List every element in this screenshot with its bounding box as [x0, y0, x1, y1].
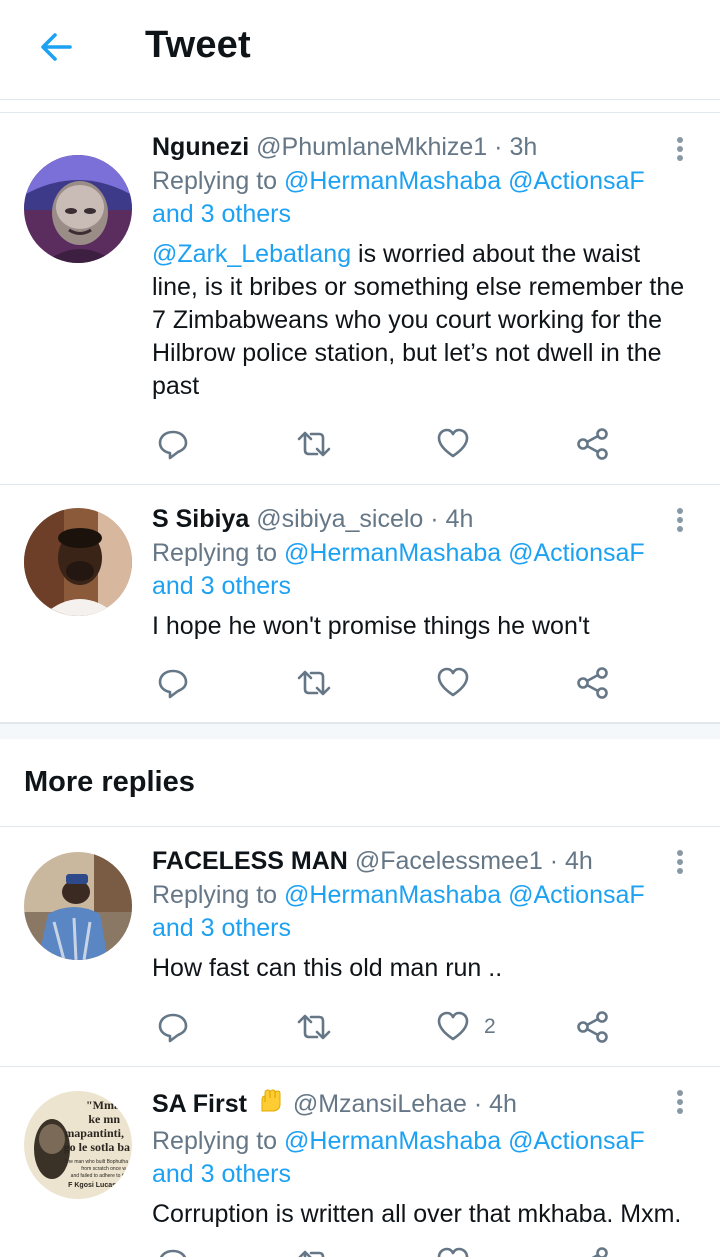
tweet-actions: 2	[152, 1007, 632, 1047]
avatar-quote-line: "Mma	[86, 1098, 120, 1112]
timestamp: · 4h	[473, 1090, 517, 1118]
tweet-author-line: S Sibiya @sibiya_sicelo · 4h	[152, 503, 690, 535]
reply-icon	[158, 430, 188, 460]
retweet-button[interactable]	[296, 1243, 332, 1257]
replying-to: Replying to @HermanMashaba @ActionsaF an…	[152, 539, 645, 600]
arrow-left-icon	[41, 33, 72, 61]
replying-mentions-link[interactable]: @HermanMashaba @ActionsaF	[284, 539, 645, 567]
display-name[interactable]: FACELESS MAN	[152, 847, 348, 875]
retweet-button[interactable]	[296, 1007, 332, 1047]
avatar[interactable]	[24, 852, 132, 960]
tweet-text: How fast can this old man run ..	[152, 954, 503, 982]
reply-tweet[interactable]: S Sibiya @sibiya_sicelo · 4h Replying to…	[0, 485, 720, 723]
avatar[interactable]	[24, 508, 132, 616]
tweet-actions	[152, 424, 632, 464]
avatar-quote-line: mapantinti,	[64, 1126, 124, 1140]
tweet-text: I hope he won't promise things he won't	[152, 612, 590, 640]
username[interactable]: @sibiya_sicelo	[256, 505, 423, 533]
share-button[interactable]	[576, 424, 610, 464]
avatar[interactable]: "Mma ke mn mapantinti, go le sotla ba Th…	[24, 1091, 132, 1199]
like-button[interactable]	[436, 424, 484, 464]
username[interactable]: @Facelessmee1	[355, 847, 543, 875]
reply-button[interactable]	[156, 1007, 190, 1047]
like-button[interactable]	[436, 1243, 484, 1257]
replying-to: Replying to @HermanMashaba @ActionsaF an…	[152, 881, 645, 942]
back-button[interactable]	[34, 25, 78, 69]
like-count: 2	[484, 1015, 496, 1038]
display-name[interactable]: S Sibiya	[152, 505, 249, 533]
display-name[interactable]: Ngunezi	[152, 133, 249, 161]
section-title: More replies	[24, 766, 195, 798]
reply-icon	[159, 1249, 187, 1257]
retweet-icon	[297, 670, 331, 696]
replying-others-link[interactable]: and 3 others	[152, 914, 291, 942]
more-replies-header: More replies	[0, 739, 720, 827]
tweet-actions	[152, 1243, 632, 1257]
reply-icon	[158, 669, 188, 699]
avatar[interactable]	[24, 155, 132, 263]
reply-tweet[interactable]: Ngunezi @PhumlaneMkhize1 · 3h Replying t…	[0, 113, 720, 485]
heart-icon	[437, 667, 469, 697]
reply-tweet[interactable]: "Mma ke mn mapantinti, go le sotla ba Th…	[0, 1067, 720, 1257]
reply-button[interactable]	[156, 424, 190, 464]
username[interactable]: @PhumlaneMkhize1	[256, 133, 487, 161]
raised-fist-icon	[256, 1087, 284, 1123]
tweet-actions	[152, 663, 632, 703]
section-separator	[0, 723, 720, 739]
reply-button[interactable]	[156, 1243, 190, 1257]
heart-icon	[437, 1247, 469, 1257]
share-icon	[577, 1011, 608, 1043]
tweet-text: @Zark_Lebatlang is worried about the wai…	[152, 240, 685, 400]
mention-link[interactable]: @Zark_Lebatlang	[152, 240, 351, 268]
page-title: Tweet	[145, 24, 251, 66]
timestamp: · 4h	[549, 847, 593, 875]
retweet-icon	[297, 1014, 331, 1040]
like-button[interactable]	[436, 663, 484, 703]
share-icon	[577, 428, 608, 460]
replying-mentions-link[interactable]: @HermanMashaba @ActionsaF	[284, 1127, 645, 1155]
retweet-button[interactable]	[296, 424, 332, 464]
heart-icon	[437, 428, 469, 458]
tweet-author-line: FACELESS MAN @Facelessmee1 · 4h	[152, 845, 690, 877]
replying-mentions-link[interactable]: @HermanMashaba @ActionsaF	[284, 881, 645, 909]
retweet-button[interactable]	[296, 663, 332, 703]
avatar-quote-line: and failed to adhere to th	[71, 1173, 127, 1179]
retweet-icon	[297, 431, 331, 457]
reply-button[interactable]	[156, 663, 190, 703]
like-button[interactable]: 2	[436, 1007, 496, 1047]
replying-to: Replying to @HermanMashaba @ActionsaF an…	[152, 167, 645, 228]
replying-others-link[interactable]: and 3 others	[152, 572, 291, 600]
tweet-text: Corruption is written all over that mkha…	[152, 1200, 682, 1228]
replying-mentions-link[interactable]: @HermanMashaba @ActionsaF	[284, 167, 645, 195]
replying-others-link[interactable]: and 3 others	[152, 1160, 291, 1188]
avatar-quote-line: ke mn	[88, 1112, 120, 1126]
top-app-bar: Tweet	[0, 0, 720, 100]
avatar-quote-line: go le sotla ba	[64, 1140, 130, 1154]
replying-to: Replying to @HermanMashaba @ActionsaF an…	[152, 1127, 645, 1188]
share-icon	[591, 1247, 608, 1257]
replying-others-link[interactable]: and 3 others	[152, 200, 291, 228]
avatar-quote-line: from scratch once w	[81, 1166, 126, 1172]
timestamp: · 3h	[494, 133, 538, 161]
heart-icon	[437, 1011, 469, 1041]
reply-tweet[interactable]: FACELESS MAN @Facelessmee1 · 4h Replying…	[0, 827, 720, 1067]
avatar-quote-line: The man who built Bophutha	[64, 1159, 128, 1165]
username[interactable]: @MzansiLehae	[293, 1090, 467, 1118]
share-button[interactable]	[576, 1007, 610, 1047]
share-button[interactable]	[576, 1243, 610, 1257]
tweet-author-line: Ngunezi @PhumlaneMkhize1 · 3h	[152, 131, 690, 163]
avatar-quote-line: F Kgosi Lucas	[68, 1182, 116, 1189]
tweet-author-line: SA First @MzansiLehae · 4h	[152, 1087, 690, 1123]
timestamp: · 4h	[430, 505, 474, 533]
share-icon	[577, 667, 608, 699]
retweet-icon	[298, 1250, 325, 1257]
share-button[interactable]	[576, 663, 610, 703]
reply-icon	[158, 1013, 188, 1043]
display-name[interactable]: SA First	[152, 1090, 247, 1118]
